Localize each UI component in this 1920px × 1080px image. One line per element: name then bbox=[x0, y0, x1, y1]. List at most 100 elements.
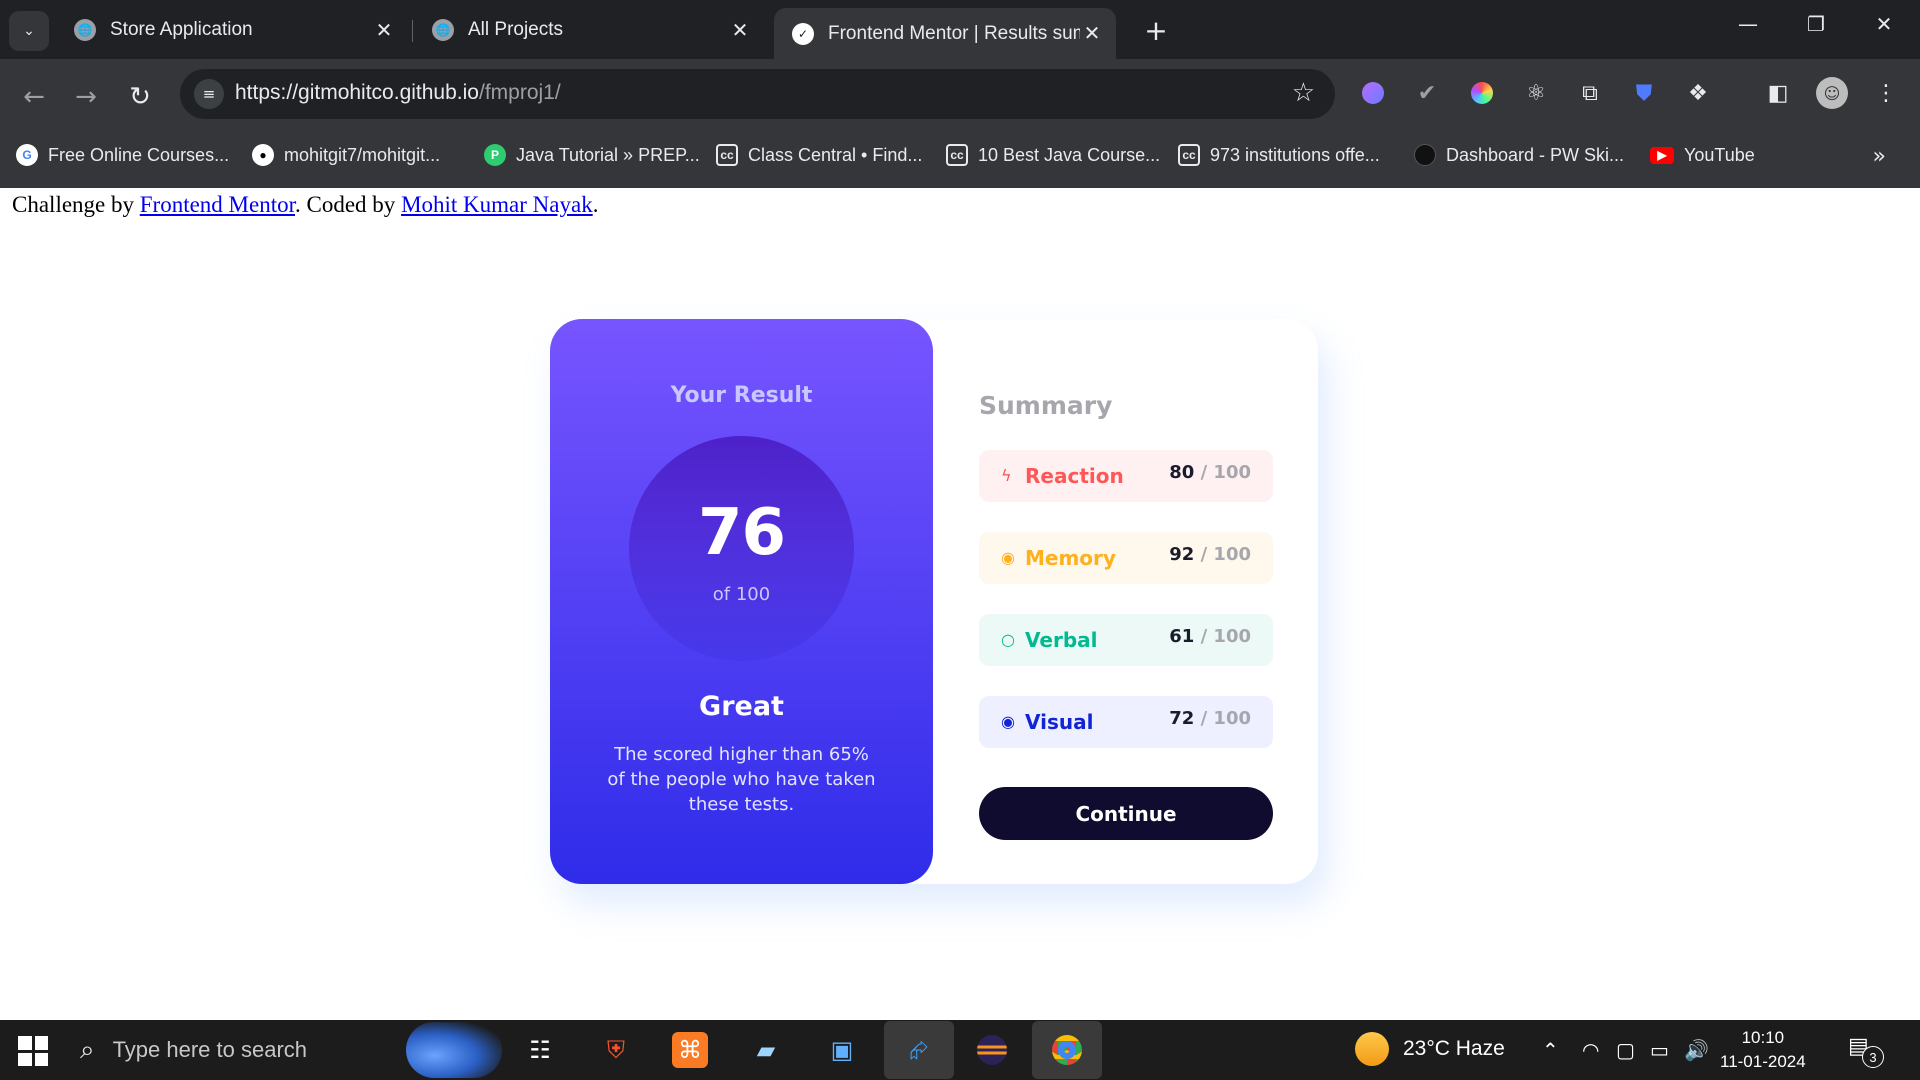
color-wheel-extension-icon[interactable] bbox=[1466, 77, 1498, 109]
classcentral-icon: cc bbox=[716, 144, 738, 166]
bookmark-item[interactable]: cc 10 Best Java Course... bbox=[946, 138, 1160, 172]
task-view-icon[interactable]: ☷ bbox=[520, 1030, 560, 1070]
score-value: 76 bbox=[697, 496, 786, 570]
bookmark-item[interactable]: cc 973 institutions offe... bbox=[1178, 138, 1380, 172]
bookmark-item[interactable]: P Java Tutorial » PREP... bbox=[484, 138, 700, 172]
category-verbal: ○ Verbal 61 / 100 bbox=[979, 614, 1273, 666]
arrow-right-icon: → bbox=[75, 82, 97, 112]
notification-center-button[interactable]: ▤ 3 bbox=[1848, 1034, 1884, 1068]
volume-icon[interactable]: 🔊 bbox=[1684, 1038, 1709, 1062]
extensions-puzzle-icon[interactable]: ❖ bbox=[1682, 77, 1714, 109]
category-memory: ◉ Memory 92 / 100 bbox=[979, 532, 1273, 584]
frontend-mentor-icon: ✓ bbox=[792, 22, 814, 45]
xampp-icon[interactable]: ⌘ bbox=[672, 1032, 708, 1068]
category-label: Memory bbox=[1025, 546, 1116, 570]
side-panel-icon[interactable]: ◧ bbox=[1762, 77, 1794, 109]
category-visual: ◉ Visual 72 / 100 bbox=[979, 696, 1273, 748]
close-window-button[interactable]: ✕ bbox=[1866, 12, 1902, 36]
pwskills-icon bbox=[1414, 144, 1436, 166]
search-highlight-image[interactable] bbox=[406, 1022, 502, 1078]
tab-store-application[interactable]: 🌐 Store Application ✕ bbox=[56, 8, 408, 52]
network-icon[interactable]: ◠ bbox=[1582, 1038, 1599, 1062]
globe-icon: 🌐 bbox=[74, 19, 96, 41]
tab-frontend-mentor[interactable]: ✓ Frontend Mentor | Results summ ✕ bbox=[774, 8, 1116, 59]
bookmark-label: YouTube bbox=[1684, 144, 1755, 165]
grade-label: Great bbox=[699, 691, 784, 722]
close-icon[interactable]: ✕ bbox=[728, 18, 752, 43]
new-tab-button[interactable]: + bbox=[1138, 12, 1174, 48]
kebab-menu-icon[interactable]: ⋮ bbox=[1870, 77, 1902, 109]
browser-toolbar: ← → ↻ ≡ https://gitmohitco.github.io/fmp… bbox=[0, 59, 1920, 188]
microsoft-store-icon[interactable]: ▣ bbox=[822, 1030, 862, 1070]
more-bookmarks-icon[interactable]: » bbox=[1873, 144, 1886, 169]
youtube-icon: ▶ bbox=[1650, 146, 1674, 164]
shield-extension-icon[interactable]: ⛊ bbox=[1628, 77, 1660, 109]
notepad-icon[interactable]: ▰ bbox=[746, 1030, 786, 1070]
prepinsta-icon: P bbox=[484, 144, 506, 166]
system-clock[interactable]: 10:10 11-01-2024 bbox=[1720, 1026, 1806, 1074]
chevron-down-icon: ⌄ bbox=[23, 23, 35, 39]
address-bar[interactable]: ≡ https://gitmohitco.github.io/fmproj1/ … bbox=[180, 69, 1335, 119]
reload-icon: ↻ bbox=[129, 82, 151, 112]
classcentral-icon: cc bbox=[946, 144, 968, 166]
attribution: Challenge by Frontend Mentor. Coded by M… bbox=[12, 192, 599, 217]
bookmark-star-icon[interactable]: ☆ bbox=[1292, 78, 1315, 108]
vscode-icon[interactable]: ⮳ bbox=[884, 1021, 954, 1079]
close-icon[interactable]: ✕ bbox=[1080, 21, 1104, 46]
meet-now-icon[interactable]: ▢ bbox=[1616, 1038, 1635, 1062]
battery-icon[interactable]: ▭ bbox=[1650, 1038, 1669, 1062]
windows-taskbar: ⌕ Type here to search ☷ ⛨ ⌘ ▰ ▣ ⮳ 23°C H… bbox=[0, 1020, 1920, 1080]
bookmark-label: Class Central • Find... bbox=[748, 144, 923, 165]
close-icon[interactable]: ✕ bbox=[372, 18, 396, 43]
chevron-up-icon[interactable]: ⌃ bbox=[1542, 1038, 1559, 1062]
bookmark-label: Dashboard - PW Ski... bbox=[1446, 144, 1625, 165]
classcentral-icon: cc bbox=[1178, 144, 1200, 166]
bookmarks-bar: G Free Online Courses... ● mohitgit7/moh… bbox=[0, 130, 1920, 180]
author-link[interactable]: Mohit Kumar Nayak bbox=[401, 192, 593, 217]
minimize-button[interactable]: — bbox=[1730, 12, 1766, 36]
category-reaction: ϟ Reaction 80 / 100 bbox=[979, 450, 1273, 502]
category-score: 80 / 100 bbox=[1169, 462, 1251, 483]
grade-description: The scored higher than 65% of the people… bbox=[607, 744, 876, 815]
arrow-left-icon: ← bbox=[23, 82, 45, 112]
url-text[interactable]: https://gitmohitco.github.io/fmproj1/ bbox=[235, 81, 561, 105]
brave-browser-icon[interactable]: ⛨ bbox=[596, 1030, 636, 1070]
taskbar-search-box[interactable]: ⌕ Type here to search bbox=[80, 1030, 307, 1070]
chrome-icon[interactable] bbox=[1032, 1021, 1102, 1079]
score-of: of 100 bbox=[712, 584, 771, 605]
tab-all-projects[interactable]: 🌐 All Projects ✕ bbox=[414, 8, 764, 52]
react-devtools-icon[interactable]: ⚛ bbox=[1520, 77, 1552, 109]
bookmark-item[interactable]: ● mohitgit7/mohitgit... bbox=[252, 138, 440, 172]
tab-title: All Projects bbox=[468, 19, 564, 40]
back-button[interactable]: ← bbox=[14, 77, 54, 117]
category-score: 92 / 100 bbox=[1169, 544, 1251, 565]
extension-icon[interactable] bbox=[1357, 77, 1389, 109]
forward-button[interactable]: → bbox=[66, 77, 106, 117]
bookmark-item[interactable]: G Free Online Courses... bbox=[16, 138, 229, 172]
score-circle: 76 of 100 bbox=[629, 436, 854, 661]
bookmark-item[interactable]: Dashboard - PW Ski... bbox=[1414, 138, 1624, 172]
frontend-mentor-link[interactable]: Frontend Mentor bbox=[140, 192, 295, 217]
weather-widget[interactable]: 23°C Haze bbox=[1355, 1032, 1505, 1066]
tab-title: Frontend Mentor | Results summ bbox=[828, 22, 1080, 44]
bookmark-item[interactable]: ▶ YouTube bbox=[1650, 138, 1755, 172]
category-score: 72 / 100 bbox=[1169, 708, 1251, 729]
eye-icon: ◉ bbox=[1001, 712, 1015, 731]
restore-button[interactable]: ❐ bbox=[1798, 12, 1834, 36]
notification-badge: 3 bbox=[1862, 1046, 1884, 1068]
profile-avatar[interactable]: ☺ bbox=[1816, 77, 1848, 109]
haze-icon bbox=[1355, 1032, 1389, 1066]
site-settings-icon[interactable]: ≡ bbox=[194, 79, 224, 109]
tab-search-button[interactable]: ⌄ bbox=[9, 11, 49, 51]
checkmark-extension-icon[interactable]: ✔ bbox=[1411, 77, 1443, 109]
windows-start-button[interactable] bbox=[18, 1036, 48, 1066]
reload-button[interactable]: ↻ bbox=[120, 77, 160, 117]
google-icon: G bbox=[16, 144, 38, 166]
result-panel: Your Result 76 of 100 Great The scored h… bbox=[550, 319, 933, 884]
plus-icon: + bbox=[1144, 13, 1168, 47]
tab-manager-extension-icon[interactable]: ⧉ bbox=[1574, 77, 1606, 109]
bookmark-item[interactable]: cc Class Central • Find... bbox=[716, 138, 922, 172]
eclipse-icon[interactable] bbox=[972, 1030, 1012, 1070]
category-label: Reaction bbox=[1025, 464, 1124, 488]
continue-button[interactable]: Continue bbox=[979, 787, 1273, 840]
